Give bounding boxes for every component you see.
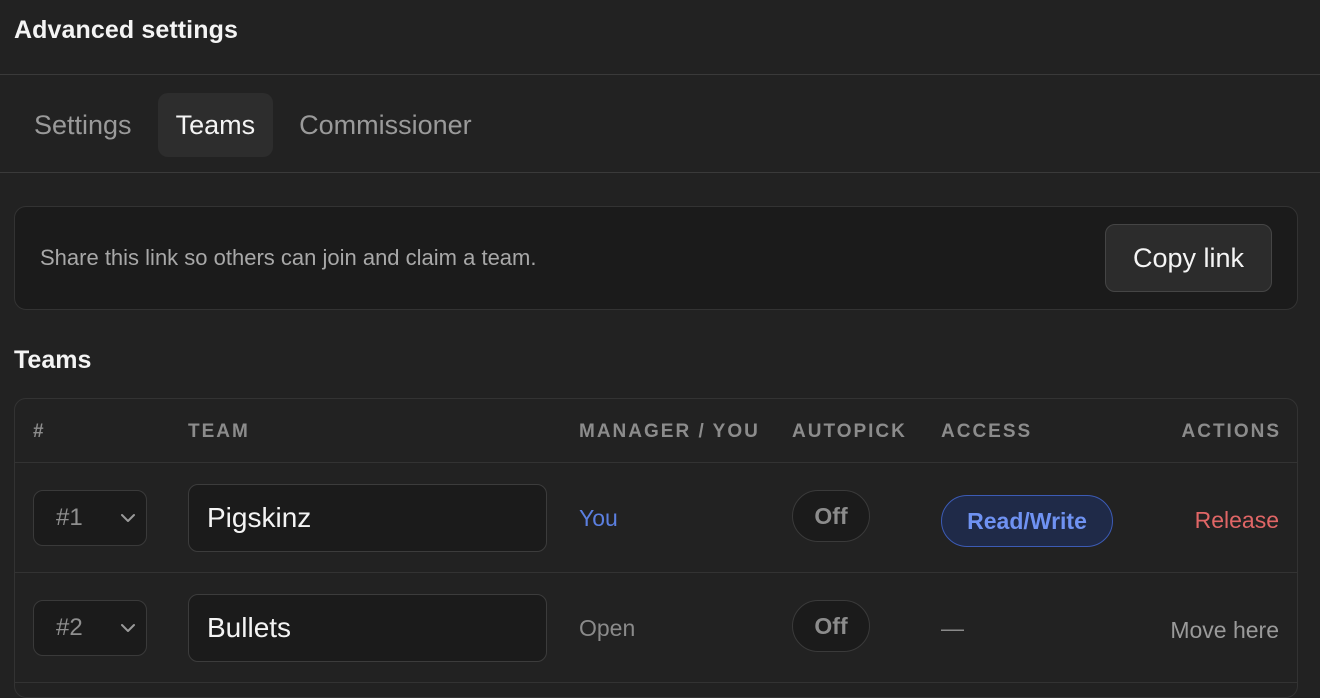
column-header-manager: MANAGER / YOU bbox=[579, 421, 760, 442]
slot-select-value: #2 bbox=[56, 614, 83, 641]
column-header-actions: ACTIONS bbox=[1181, 421, 1281, 442]
column-header-access: ACCESS bbox=[941, 421, 1033, 442]
team-name-input[interactable] bbox=[188, 484, 547, 552]
tab-settings[interactable]: Settings bbox=[16, 93, 150, 157]
table-header: # TEAM MANAGER / YOU AUTOPICK ACCESS ACT… bbox=[15, 399, 1297, 463]
share-link-text: Share this link so others can join and c… bbox=[40, 245, 537, 270]
tab-bar: Settings Teams Commissioner bbox=[0, 75, 1320, 173]
column-header-autopick: AUTOPICK bbox=[792, 421, 907, 442]
release-button[interactable]: Release bbox=[1195, 507, 1279, 534]
table-row: #2 Open Off — Move here bbox=[15, 573, 1297, 683]
autopick-toggle[interactable]: Off bbox=[792, 600, 870, 652]
share-link-panel: Share this link so others can join and c… bbox=[14, 206, 1298, 310]
slot-select[interactable]: #1 bbox=[33, 490, 147, 546]
autopick-toggle[interactable]: Off bbox=[792, 490, 870, 542]
copy-link-button[interactable]: Copy link bbox=[1105, 224, 1272, 292]
access-badge[interactable]: Read/Write bbox=[941, 495, 1113, 547]
tab-teams[interactable]: Teams bbox=[157, 93, 274, 157]
slot-select[interactable]: #2 bbox=[33, 600, 147, 656]
teams-table: # TEAM MANAGER / YOU AUTOPICK ACCESS ACT… bbox=[14, 398, 1298, 698]
table-row: #1 You Off Read/Write Release bbox=[15, 463, 1297, 573]
column-header-number: # bbox=[33, 421, 46, 442]
page-title: Advanced settings bbox=[14, 16, 238, 44]
move-here-button[interactable]: Move here bbox=[1170, 617, 1279, 644]
manager-open: Open bbox=[579, 615, 636, 641]
access-none: — bbox=[941, 615, 964, 641]
header: Advanced settings bbox=[0, 0, 1320, 75]
tab-commissioner[interactable]: Commissioner bbox=[281, 93, 490, 157]
chevron-down-icon bbox=[121, 514, 135, 522]
column-header-team: TEAM bbox=[188, 421, 250, 442]
manager-you: You bbox=[579, 505, 618, 531]
slot-select-value: #1 bbox=[56, 504, 83, 531]
teams-section-title: Teams bbox=[14, 346, 92, 374]
chevron-down-icon bbox=[121, 624, 135, 632]
team-name-input[interactable] bbox=[188, 594, 547, 662]
